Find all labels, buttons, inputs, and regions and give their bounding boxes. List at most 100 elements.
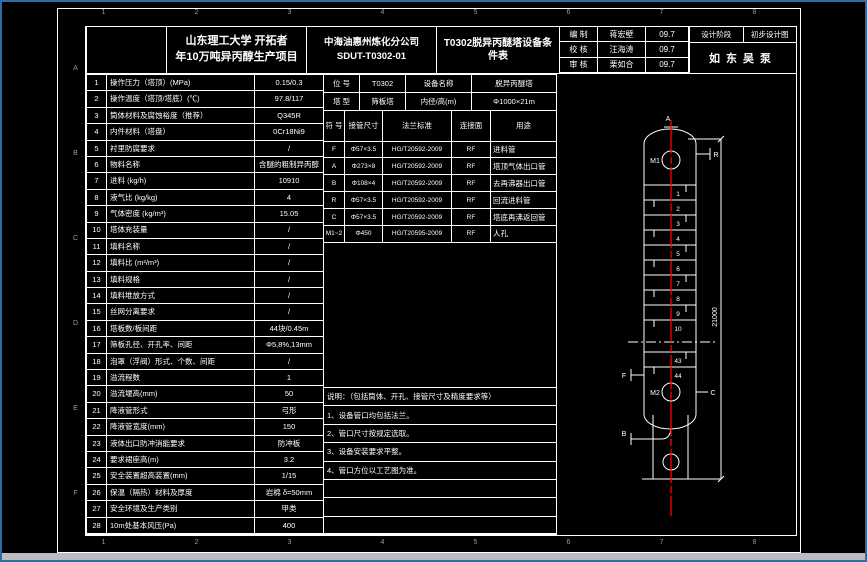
parameter-row: 12 填料比 (m²/m³) / <box>87 255 323 272</box>
tray-number: 3 <box>676 221 680 228</box>
zone-number: 7 <box>659 539 664 546</box>
parameter-row-number: 22 <box>87 419 107 435</box>
equipment-header: 位 号 T0302 设备名称 脱异丙醚塔 塔 型 筛板塔 内径/高(m) Φ10… <box>324 75 556 111</box>
feed-nozzle-label: F <box>622 373 626 380</box>
nozzle-size: Φ108×4 <box>345 175 383 192</box>
stage-label: 设计阶段 <box>690 27 744 42</box>
parameter-row-label: 操作温度（塔顶/塔底）(℃) <box>107 91 255 107</box>
parameter-row: 3 筒体材料及腐蚀裕度（推荐） Q345R <box>87 107 323 125</box>
zone-number: 8 <box>752 9 757 16</box>
role-date: 09.7 <box>646 27 689 43</box>
parameter-row-label: 物料名称 <box>107 156 255 173</box>
role-label: 审 核 <box>560 57 598 73</box>
manhole-bottom-label: M2 <box>650 390 660 397</box>
note-empty-row <box>324 480 556 499</box>
parameter-row-label: 安全装置超高装置(mm) <box>107 468 255 484</box>
parameter-row-value: 10910 <box>278 176 300 186</box>
parameter-row-label: 塔板数/板间距 <box>107 320 255 337</box>
parameter-row-value: 甲类 <box>281 504 297 514</box>
parameter-row-value: 1 <box>286 373 292 382</box>
parameter-row-value: 400 <box>282 520 296 530</box>
nozzle-row: F Φ57×3.5 HG/T20592-2009 RF 进料管 <box>324 141 556 159</box>
stage-value: 初步设计图 <box>751 30 789 39</box>
nozzle-face: RF <box>452 209 491 225</box>
parameter-row: 10 塔体充装量 / <box>87 222 323 239</box>
parameter-row-number: 18 <box>87 353 107 370</box>
parameter-row-label: 保温（隔热）材料及厚度 <box>107 484 255 501</box>
zone-number: 1 <box>101 539 106 546</box>
parameter-row-label: 筛板孔径、开孔率、间距 <box>107 337 255 353</box>
tray-number: 8 <box>676 296 680 303</box>
zone-number: 6 <box>566 9 571 16</box>
role-name: 蒋宏壁 <box>598 27 646 43</box>
equip-size-value: Φ1000×21m <box>493 96 535 106</box>
parameter-row-label: 填料规格 <box>107 271 255 288</box>
parameter-row: 23 液体出口防冲消能要求 防冲板 <box>87 435 323 453</box>
parameter-row-number: 17 <box>87 337 107 353</box>
parameter-row: 25 安全装置超高装置(mm) 1/15 <box>87 468 323 485</box>
parameter-row-label: 气体密度 (kg/m³) <box>107 206 255 222</box>
parameter-row-value: 防冲板 <box>277 438 301 448</box>
company-name: 中海油惠州炼化分公司 <box>323 36 419 48</box>
parameter-row-number: 5 <box>87 140 107 156</box>
height-dimension-text: 21000 <box>712 307 719 327</box>
parameter-row: 5 衬里防腐要求 / <box>87 140 323 157</box>
parameter-row-number: 2 <box>87 91 107 107</box>
nozzle-symbol: C <box>324 209 345 225</box>
equip-name-label: 设备名称 <box>406 75 472 92</box>
parameter-row-number: 3 <box>87 107 107 124</box>
parameter-row-value: / <box>287 143 291 153</box>
parameter-row-value: / <box>287 307 291 317</box>
parameter-row: 17 筛板孔径、开孔率、间距 Φ5,8%,13mm <box>87 337 323 354</box>
reflux-nozzle-label: R <box>713 152 718 159</box>
nozzle-standard: HG/T20595-2009 <box>383 226 452 242</box>
note-empty-row <box>324 517 556 534</box>
nozzle-size: Φ57×3.5 <box>345 192 383 209</box>
role-date: 09.7 <box>646 42 689 58</box>
parameter-row-value: 150 <box>282 422 296 432</box>
nozzle-face: RF <box>452 175 491 192</box>
sheet-title: T0302脱异丙醚塔设备条件表 <box>443 38 553 62</box>
parameter-row-label: 填料名称 <box>107 238 255 255</box>
nozzle-symbol: M1~2 <box>324 226 345 242</box>
parameter-row-value: 岩棉 δ=50mm <box>265 487 313 497</box>
nozzle-standard: HG/T20592-2009 <box>383 175 452 192</box>
parameter-row-number: 26 <box>87 484 107 501</box>
parameter-row: 24 要求裙座高(m) 3.2 <box>87 452 323 469</box>
nozzle-use: 进料管 <box>493 145 516 154</box>
parameter-row-value: 1/15 <box>281 471 297 481</box>
parameter-row-number: 1 <box>87 75 107 91</box>
role-label: 校 核 <box>560 42 598 58</box>
university-name: 山东理工大学 开拓者 <box>185 35 288 48</box>
parameter-row-number: 21 <box>87 402 107 419</box>
parameter-table: 1 操作压力（塔顶）(MPa) 0.15/0.3 2 操作温度（塔顶/塔底）(℃… <box>86 74 324 535</box>
nozzle-face: RF <box>452 158 491 175</box>
note-item: 4、管口方位以工艺图为准。 <box>324 462 556 480</box>
nozzle-use: 去再沸器出口管 <box>493 178 546 188</box>
role-name: 汪海涛 <box>598 42 646 58</box>
nozzle-col-face: 连接面 <box>452 110 491 141</box>
parameter-row: 4 内件材料（塔盘） 0Cr18Ni9 <box>87 124 323 141</box>
parameter-row: 16 塔板数/板间距 44块/0.45m <box>87 320 323 338</box>
nozzle-size: Φ273×8 <box>345 158 383 175</box>
parameter-row-label: 安全环境及生产类别 <box>107 501 255 517</box>
parameter-row: 26 保温（隔热）材料及厚度 岩棉 δ=50mm <box>87 484 323 502</box>
parameter-row: 9 气体密度 (kg/m³) 15.05 <box>87 206 323 223</box>
parameter-row-value: Q345R <box>277 110 301 120</box>
manhole-top-label: M1 <box>650 158 660 165</box>
title-block-roles: 编 制 蒋宏壁 09.7 校 核 汪海涛 09.7 审 核 栗如合 09.7 <box>559 26 690 74</box>
parameter-row-number: 27 <box>87 501 107 517</box>
nozzle-table-header: 符 号 接管尺寸 法兰标准 连接面 用途 <box>324 110 556 142</box>
nozzle-row: R Φ57×3.5 HG/T20592-2009 RF 回流进料管 <box>324 192 556 210</box>
note-item: 3、设备安装要求平整。 <box>324 443 556 462</box>
equip-size-label: 内径/高(m) <box>406 92 472 110</box>
zone-letter: D <box>72 320 79 327</box>
cad-viewport: 12345678 12345678 ABCDEF 山东理工大学 开拓者 年10万… <box>0 0 867 562</box>
parameter-row-value: / <box>287 258 291 268</box>
parameter-row-label: 筒体材料及腐蚀裕度（推荐） <box>107 107 255 124</box>
equip-tag-label: 位 号 <box>324 75 360 92</box>
zone-number: 5 <box>473 539 478 546</box>
zone-number: 3 <box>287 539 292 546</box>
parameter-row-label: 液体出口防冲消能要求 <box>107 435 255 452</box>
nozzle-col-standard: 法兰标准 <box>383 110 452 141</box>
